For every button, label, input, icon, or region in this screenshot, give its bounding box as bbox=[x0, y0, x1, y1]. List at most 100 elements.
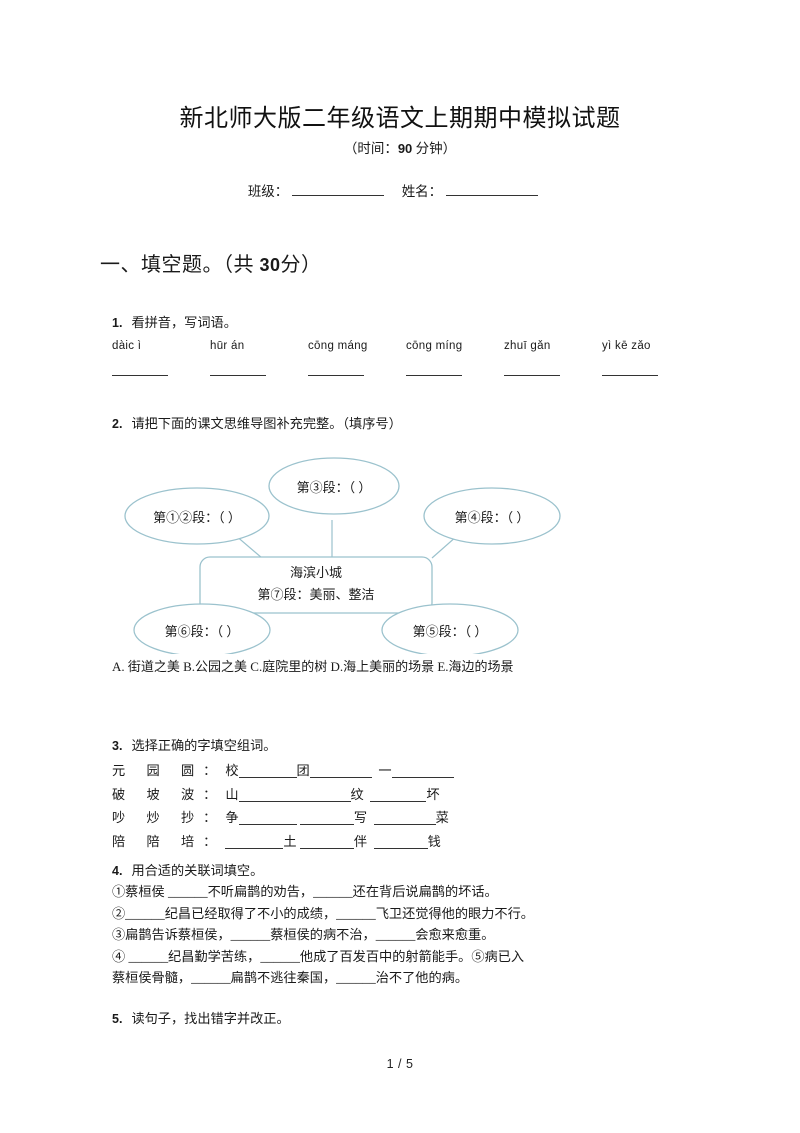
node-paragraph-4-label: 第④段：（ ） bbox=[455, 510, 530, 525]
pinyin-cell: yì kē zǎo bbox=[602, 337, 700, 377]
question-4-item: 蔡桓侯骨髓，______扁鹊不逃往秦国，______治不了他的病。 bbox=[112, 969, 469, 985]
word-part: 纹 bbox=[350, 786, 364, 802]
question-4-text: 用合适的关联词填空。 bbox=[131, 863, 264, 878]
choice-body: 山纹 坏 bbox=[225, 783, 453, 806]
choice-chars: 吵 炒 抄： bbox=[112, 810, 226, 826]
answer-blank[interactable] bbox=[238, 810, 297, 826]
character-choice-table: 元 园 圆： 校 团 一 破 坡 波： 山 纹 坏 吵 炒 抄： 争 写 菜 陪 陪… bbox=[112, 759, 454, 853]
section-label-prefix: 一、填空题。（共 bbox=[100, 254, 254, 276]
name-blank[interactable] bbox=[446, 195, 539, 196]
question-3-text: 选择正确的字填空组词。 bbox=[131, 738, 277, 753]
table-row: 陪 陪 培： 土 伴 钱 bbox=[112, 830, 454, 853]
node-paragraph-5-label: 第⑤段：（ ） bbox=[413, 624, 488, 639]
section-label-suffix: 分） bbox=[280, 254, 322, 276]
question-4: 4. 用合适的关联词填空。 ①蔡桓侯 ______不听扁鹊的劝告，______还在… bbox=[112, 860, 702, 988]
choice-body: 土 伴 钱 bbox=[225, 830, 453, 853]
duration-number: 90 bbox=[397, 141, 413, 156]
word-part: 写 bbox=[353, 810, 368, 826]
page-number: 1 / 5 bbox=[386, 1057, 414, 1071]
question-4-item: ④ ______纪昌勤学苦练，______他成了百发百中的射箭能手。⑤病已入 bbox=[112, 948, 525, 964]
section-score: 30 bbox=[259, 255, 281, 275]
name-label: 姓名： bbox=[401, 184, 443, 199]
word-part: 钱 bbox=[427, 833, 441, 849]
question-3-number: 3. bbox=[112, 739, 123, 753]
answer-blank[interactable] bbox=[112, 353, 168, 377]
word-part: 校 bbox=[225, 763, 239, 779]
word-part: 山 bbox=[225, 786, 239, 802]
question-5: 5. 读句子，找出错字并改正。 bbox=[112, 1008, 702, 1029]
answer-blank[interactable] bbox=[210, 353, 266, 377]
answer-blank[interactable] bbox=[602, 353, 658, 377]
node-paragraph-6-label: 第⑥段：（ ） bbox=[165, 624, 240, 639]
choice-body: 争 写 菜 bbox=[225, 806, 453, 829]
question-1-number: 1. bbox=[112, 316, 123, 330]
node-paragraph-1-2-label: 第①②段：（ ） bbox=[153, 510, 241, 525]
question-4-number: 4. bbox=[112, 864, 123, 878]
word-part: 一 bbox=[378, 763, 392, 779]
answer-blank[interactable] bbox=[504, 353, 560, 377]
class-label: 班级： bbox=[247, 184, 289, 199]
choice-chars: 元 园 圆： bbox=[112, 763, 226, 779]
word-part: 土 bbox=[283, 833, 297, 849]
question-4-item: ②______纪昌已经取得了不小的成绩，______飞卫还觉得他的眼力不行。 bbox=[112, 905, 534, 921]
duration-prefix: （时间： bbox=[343, 141, 398, 156]
question-2: 2. 请把下面的课文思维导图补充完整。（填序号） 海滨小城 第⑦段：美丽、整洁 bbox=[112, 413, 702, 677]
pinyin-label: dàic ì bbox=[112, 340, 142, 353]
center-node-line2: 第⑦段：美丽、整洁 bbox=[257, 587, 374, 602]
question-4-item: ③扁鹊告诉蔡桓侯，______蔡桓侯的病不治，______会愈来愈重。 bbox=[112, 927, 495, 943]
question-2-number: 2. bbox=[112, 417, 123, 431]
page-title: 新北师大版二年级语文上期期中模拟试题 bbox=[179, 106, 621, 132]
question-5-title: 5. 读句子，找出错字并改正。 bbox=[112, 1008, 702, 1029]
answer-blank[interactable] bbox=[238, 787, 351, 802]
pinyin-label: yì kē zǎo bbox=[602, 340, 651, 353]
mind-map-diagram: 海滨小城 第⑦段：美丽、整洁 第③段：（ ） 第①②段：（ ） 第④段：（ ） … bbox=[112, 440, 702, 655]
answer-blank[interactable] bbox=[299, 834, 354, 849]
node-paragraph-3-label: 第③段：（ ） bbox=[297, 480, 372, 495]
question-4-title: 4. 用合适的关联词填空。 bbox=[112, 860, 702, 881]
document-page: 新北师大版二年级语文上期期中模拟试题 （时间：90 分钟） 班级： 姓名： 一、… bbox=[0, 0, 800, 1133]
answer-blank[interactable] bbox=[373, 834, 428, 849]
choice-chars: 破 坡 波： bbox=[112, 786, 226, 802]
answer-blank[interactable] bbox=[391, 763, 454, 779]
choice-chars: 陪 陪 培： bbox=[112, 833, 226, 849]
question-2-options: A. 街道之美 B.公园之美 C.庭院里的树 D.海上美丽的场景 E.海边的场景 bbox=[112, 659, 514, 675]
answer-blank[interactable] bbox=[309, 763, 372, 779]
name-field: 姓名： bbox=[402, 184, 553, 199]
answer-blank[interactable] bbox=[238, 763, 297, 779]
pinyin-label: cōng máng bbox=[308, 340, 368, 353]
answer-blank[interactable] bbox=[308, 353, 364, 377]
word-part: 争 bbox=[225, 810, 239, 826]
pinyin-label: zhuī gǎn bbox=[504, 340, 551, 353]
question-1: 1. 看拼音，写词语。 dàic ì hūr án cōng máng cōng … bbox=[112, 312, 702, 377]
pinyin-cell: hūr án bbox=[210, 337, 308, 377]
word-part: 团 bbox=[296, 763, 310, 779]
answer-blank[interactable] bbox=[225, 834, 284, 849]
class-field: 班级： bbox=[248, 184, 402, 199]
answer-blank[interactable] bbox=[406, 353, 462, 377]
section-heading: 一、填空题。（共 30分） bbox=[100, 248, 322, 277]
table-row: 破 坡 波： 山 纹 坏 bbox=[112, 783, 454, 806]
question-3-title: 3. 选择正确的字填空组词。 bbox=[112, 735, 702, 756]
question-3: 3. 选择正确的字填空组词。 元 园 圆： 校 团 一 破 坡 波： 山 纹 坏 吵 … bbox=[112, 735, 702, 853]
question-2-text: 请把下面的课文思维导图补充完整。（填序号） bbox=[131, 416, 402, 431]
class-blank[interactable] bbox=[292, 195, 385, 196]
pinyin-label: hūr án bbox=[210, 340, 245, 353]
question-1-text: 看拼音，写词语。 bbox=[131, 315, 237, 330]
question-4-item: ①蔡桓侯 ______不听扁鹊的劝告，______还在背后说扁鹊的坏话。 bbox=[112, 884, 498, 900]
answer-blank[interactable] bbox=[370, 787, 427, 802]
pinyin-label: cōng míng bbox=[406, 340, 463, 353]
question-2-title: 2. 请把下面的课文思维导图补充完整。（填序号） bbox=[112, 413, 702, 434]
center-node-line1: 海滨小城 bbox=[290, 565, 342, 580]
word-part: 坏 bbox=[426, 786, 440, 802]
student-info-row: 班级： 姓名： bbox=[0, 180, 800, 200]
pinyin-row: dàic ì hūr án cōng máng cōng míng zhuī g… bbox=[112, 337, 702, 377]
question-1-title: 1. 看拼音，写词语。 bbox=[112, 312, 702, 333]
answer-blank[interactable] bbox=[373, 810, 436, 826]
pinyin-cell: zhuī gǎn bbox=[504, 337, 602, 377]
choice-body: 校团 一 bbox=[225, 759, 454, 782]
duration-suffix: 分钟） bbox=[415, 141, 457, 156]
answer-blank[interactable] bbox=[299, 810, 354, 826]
table-row: 吵 炒 抄： 争 写 菜 bbox=[112, 806, 454, 829]
question-5-number: 5. bbox=[112, 1012, 123, 1026]
pinyin-cell: cōng míng bbox=[406, 337, 504, 377]
